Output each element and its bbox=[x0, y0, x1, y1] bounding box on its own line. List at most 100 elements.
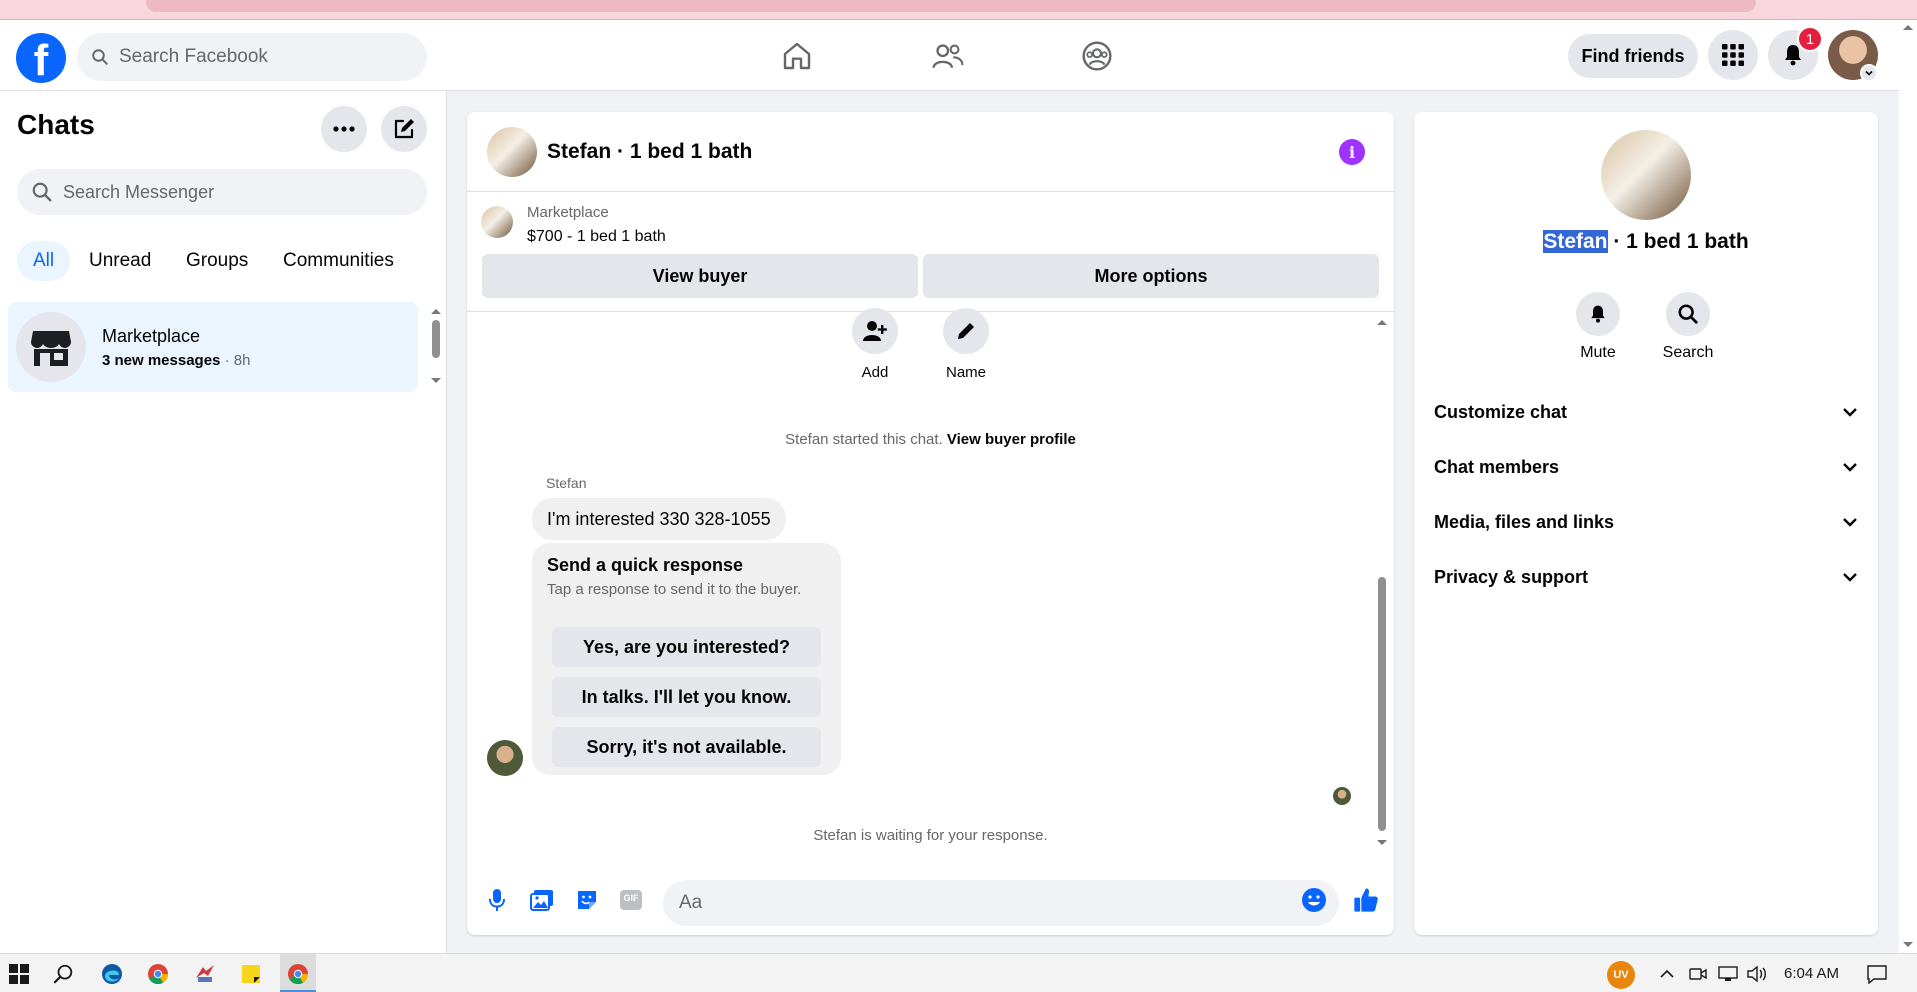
waiting-notice: Stefan is waiting for your response. bbox=[813, 827, 1048, 844]
mute-action[interactable]: Mute bbox=[1558, 292, 1638, 362]
groups-icon bbox=[1082, 41, 1112, 71]
action-center-button[interactable] bbox=[1862, 959, 1892, 989]
tray-volume[interactable] bbox=[1742, 959, 1772, 989]
find-friends-button[interactable]: Find friends bbox=[1568, 34, 1698, 78]
sticker-button[interactable] bbox=[572, 885, 602, 915]
start-button[interactable] bbox=[4, 959, 34, 989]
customize-chat-section[interactable]: Customize chat bbox=[1434, 392, 1858, 432]
uv-index-badge[interactable]: UV bbox=[1607, 961, 1635, 989]
new-message-button[interactable] bbox=[381, 106, 427, 152]
edge-icon bbox=[102, 964, 122, 984]
mute-button[interactable] bbox=[1576, 292, 1620, 336]
section-label: Chat members bbox=[1434, 456, 1560, 477]
chevron-up-icon bbox=[1660, 969, 1674, 978]
taskbar-edge[interactable] bbox=[97, 959, 127, 989]
privacy-support-section[interactable]: Privacy & support bbox=[1434, 557, 1858, 597]
taskbar-clock[interactable]: 6:04 AM bbox=[1784, 965, 1839, 982]
scroll-arrows-icon bbox=[431, 309, 441, 383]
filter-tab-communities[interactable]: Communities bbox=[267, 241, 410, 281]
add-person-icon bbox=[863, 321, 887, 341]
home-icon bbox=[783, 42, 811, 70]
chat-list-item-marketplace[interactable]: Marketplace 3 new messages · 8h bbox=[8, 302, 418, 392]
view-buyer-profile-link[interactable]: View buyer profile bbox=[947, 431, 1076, 448]
info-panel-name-selected: Stefan bbox=[1543, 230, 1608, 253]
emoji-button[interactable] bbox=[1299, 885, 1329, 915]
taskbar-sticky-notes[interactable] bbox=[236, 959, 266, 989]
conversation-scrollbar[interactable] bbox=[1375, 312, 1389, 852]
info-panel-avatar[interactable] bbox=[1601, 130, 1691, 220]
like-button[interactable] bbox=[1351, 885, 1381, 915]
sender-avatar[interactable] bbox=[487, 740, 523, 776]
sticky-notes-icon bbox=[242, 965, 260, 983]
emoji-icon bbox=[1302, 888, 1326, 912]
message-bubble[interactable]: I'm interested 330 328-1055 bbox=[532, 498, 786, 540]
chat-info-panel: Stefan · 1 bed 1 bath Mute Search Custom… bbox=[1414, 112, 1878, 935]
taskbar-chrome[interactable] bbox=[143, 959, 173, 989]
chat-members-section[interactable]: Chat members bbox=[1434, 447, 1858, 487]
storefront-icon bbox=[31, 331, 71, 366]
taskbar-search-button[interactable] bbox=[49, 959, 79, 989]
search-in-chat-button[interactable] bbox=[1666, 292, 1710, 336]
search-in-chat-action[interactable]: Search bbox=[1648, 292, 1728, 362]
chrome-icon bbox=[288, 964, 309, 985]
message-input[interactable]: Aa bbox=[663, 880, 1339, 926]
chat-time: 8h bbox=[233, 352, 251, 369]
groups-nav[interactable] bbox=[1075, 34, 1119, 78]
filter-tab-all[interactable]: All bbox=[17, 241, 71, 281]
tray-meet-now[interactable] bbox=[1683, 959, 1713, 989]
gif-button[interactable]: GIF bbox=[616, 885, 646, 915]
listing-thumbnail[interactable] bbox=[481, 206, 513, 238]
more-options-button[interactable]: More options bbox=[923, 254, 1379, 298]
name-action[interactable]: Name bbox=[931, 308, 1001, 381]
info-panel-title: Stefan · 1 bed 1 bath bbox=[1414, 230, 1878, 254]
mute-label: Mute bbox=[1580, 344, 1616, 361]
conversation-title[interactable]: Stefan · 1 bed 1 bath bbox=[547, 140, 752, 164]
sidebar-scrollbar[interactable] bbox=[429, 306, 443, 386]
chat-started-notice: Stefan started this chat. View buyer pro… bbox=[467, 431, 1394, 448]
home-nav[interactable] bbox=[775, 34, 819, 78]
account-menu-caret[interactable] bbox=[1860, 64, 1878, 82]
browser-address-bar[interactable] bbox=[146, 0, 1756, 12]
pencil-icon bbox=[958, 323, 974, 339]
search-icon bbox=[92, 49, 108, 65]
messenger-search[interactable]: Search Messenger bbox=[17, 169, 427, 215]
add-label: Add bbox=[861, 364, 889, 381]
messenger-search-placeholder: Search Messenger bbox=[63, 181, 215, 202]
chat-preview: 3 new messages · 8h bbox=[102, 352, 250, 369]
chat-options-button[interactable] bbox=[321, 106, 367, 152]
chat-time-separator: · bbox=[220, 352, 234, 369]
info-icon[interactable]: i bbox=[1339, 139, 1365, 165]
quick-response-option[interactable]: Sorry, it's not available. bbox=[552, 727, 821, 767]
taskbar-chrome-active[interactable] bbox=[283, 959, 313, 989]
facebook-logo[interactable]: f bbox=[16, 33, 66, 85]
listing-price: $700 - 1 bed 1 bath bbox=[527, 228, 666, 245]
page-scrollbar[interactable] bbox=[1899, 20, 1917, 953]
taskbar-app[interactable] bbox=[190, 959, 220, 989]
tray-network[interactable] bbox=[1713, 959, 1743, 989]
media-files-links-section[interactable]: Media, files and links bbox=[1434, 502, 1858, 542]
show-hidden-icons[interactable] bbox=[1652, 959, 1682, 989]
chrome-icon bbox=[148, 964, 169, 985]
attach-photo-button[interactable] bbox=[527, 885, 557, 915]
view-buyer-button[interactable]: View buyer bbox=[482, 254, 918, 298]
microphone-icon bbox=[489, 889, 505, 911]
add-person-button[interactable] bbox=[852, 308, 898, 354]
scroll-arrows-icon bbox=[1377, 320, 1387, 845]
menu-button[interactable] bbox=[1708, 30, 1758, 80]
quick-response-option[interactable]: Yes, are you interested? bbox=[552, 627, 821, 667]
search-icon bbox=[53, 964, 73, 984]
facebook-search-placeholder: Search Facebook bbox=[119, 46, 268, 67]
conversation-avatar[interactable] bbox=[487, 127, 537, 177]
add-action[interactable]: Add bbox=[840, 308, 910, 381]
friends-nav[interactable] bbox=[926, 34, 970, 78]
filter-tab-groups[interactable]: Groups bbox=[170, 241, 264, 281]
listing-banner: Marketplace $700 - 1 bed 1 bath View buy… bbox=[467, 192, 1394, 312]
message-composer: GIF Aa bbox=[467, 872, 1394, 935]
menu-grid-icon bbox=[1722, 44, 1744, 66]
facebook-search[interactable]: Search Facebook bbox=[77, 33, 427, 81]
rename-button[interactable] bbox=[943, 308, 989, 354]
quick-response-option[interactable]: In talks. I'll let you know. bbox=[552, 677, 821, 717]
filter-tab-unread[interactable]: Unread bbox=[73, 241, 167, 281]
info-panel-title-rest: · 1 bed 1 bath bbox=[1607, 230, 1749, 253]
voice-clip-button[interactable] bbox=[482, 885, 512, 915]
